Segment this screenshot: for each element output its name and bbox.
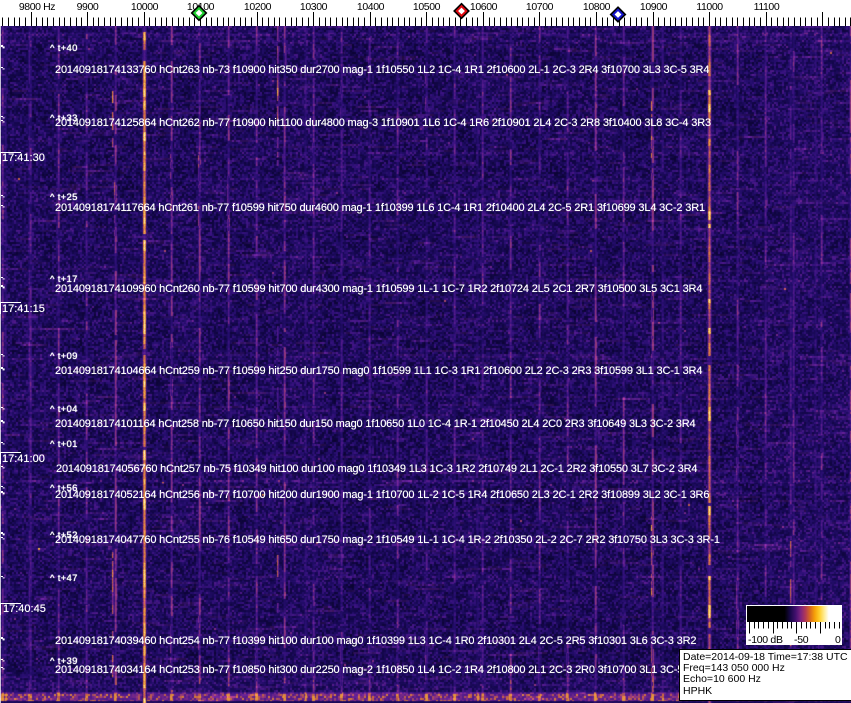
- svg-text:10500: 10500: [413, 1, 441, 13]
- svg-text:10600: 10600: [470, 1, 498, 13]
- svg-text:9900: 9900: [77, 1, 99, 13]
- svg-text:10400: 10400: [357, 1, 385, 13]
- svg-text:10300: 10300: [300, 1, 328, 13]
- svg-text:11100: 11100: [754, 1, 780, 13]
- svg-text:9800 Hz: 9800 Hz: [19, 1, 55, 13]
- svg-text:10700: 10700: [526, 1, 554, 13]
- svg-text:10000: 10000: [131, 1, 159, 13]
- svg-text:10800: 10800: [583, 1, 611, 13]
- svg-text:10900: 10900: [640, 1, 668, 13]
- svg-text:10200: 10200: [244, 1, 272, 13]
- svg-text:11000: 11000: [696, 1, 723, 13]
